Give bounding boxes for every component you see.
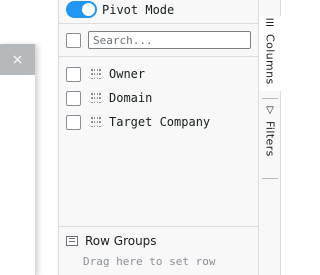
column-item-owner[interactable]: Owner [66,62,210,86]
column-checkbox[interactable] [66,114,81,130]
pivot-mode-label: Pivot Mode [102,2,175,17]
row-groups-title: Row Groups [85,234,157,248]
divider [59,23,258,24]
column-list: Owner Domain Target Company [66,62,210,134]
side-bar: ☰ Columns ▽ Filters [259,0,281,275]
drag-handle-icon[interactable] [91,117,101,127]
pivot-mode-row: Pivot Mode [66,0,174,19]
pivot-mode-toggle[interactable] [66,1,97,18]
column-item-domain[interactable]: Domain [66,86,210,110]
select-all-checkbox[interactable] [66,32,81,48]
column-label: Owner [109,67,146,81]
search-input[interactable] [88,31,251,49]
column-label: Domain [109,91,153,105]
column-checkbox[interactable] [66,66,81,82]
tab-columns[interactable]: ☰ Columns [259,16,281,91]
column-label: Target Company [109,115,211,129]
filter-icon: ▽ [266,105,274,116]
tab-columns-label: Columns [263,34,277,85]
column-search-row [66,31,251,49]
drag-handle-icon[interactable] [91,93,101,103]
columns-tool-panel: Pivot Mode Owner Domain [58,0,259,275]
close-icon[interactable]: × [12,53,24,67]
column-checkbox[interactable] [66,90,81,106]
tab-separator [262,98,278,99]
columns-icon: ☰ [265,18,275,29]
row-groups-drop-zone[interactable]: Drag here to set row [83,255,215,268]
column-item-target-company[interactable]: Target Company [66,110,210,134]
floating-dialog: × [0,44,36,275]
divider [59,56,258,57]
row-group-icon [66,236,78,246]
drag-handle-icon[interactable] [91,69,101,79]
dialog-header: × [0,44,35,75]
tab-filters-label: Filters [263,121,277,157]
row-groups-header: Row Groups [66,234,157,248]
divider [59,226,258,227]
tab-separator [262,178,278,179]
toggle-knob [82,3,95,16]
tab-filters[interactable]: ▽ Filters [259,103,281,178]
